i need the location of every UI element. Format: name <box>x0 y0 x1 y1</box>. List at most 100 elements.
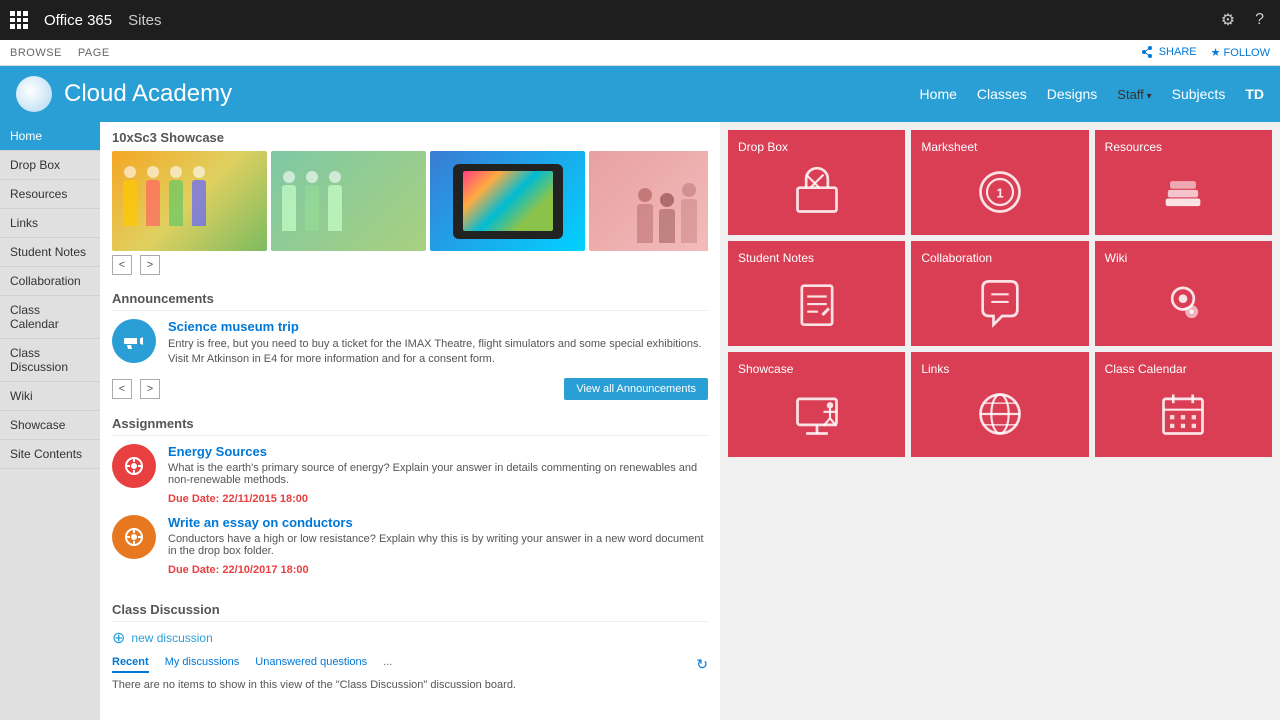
carousel-slide-2 <box>271 151 426 251</box>
assignment-title-2[interactable]: Write an essay on conductors <box>168 515 708 530</box>
discussion-tabs: Recent My discussions Unanswered questio… <box>112 656 708 673</box>
content-area: 10xSc3 Showcase <box>100 122 720 720</box>
site-logo <box>16 76 52 112</box>
tile-collaboration[interactable]: Collaboration <box>911 241 1088 346</box>
nav-designs[interactable]: Designs <box>1047 86 1098 102</box>
ann-nav-btns: < > <box>112 379 160 399</box>
assignment-item-2: Write an essay on conductors Conductors … <box>112 515 708 576</box>
sidebar-item-student-notes[interactable]: Student Notes <box>0 238 100 267</box>
nav-bar: BROWSE PAGE SHARE ★ FOLLOW <box>0 40 1280 66</box>
new-discussion-link[interactable]: new discussion <box>131 631 212 645</box>
ann-next[interactable]: > <box>140 379 160 399</box>
megaphone-icon <box>122 329 146 353</box>
assignment-icon-2 <box>112 515 156 559</box>
tile-dropbox-icon <box>738 158 895 225</box>
sidebar-item-resources[interactable]: Resources <box>0 180 100 209</box>
tile-collaboration-icon <box>921 269 1078 336</box>
assignment-body-2: Conductors have a high or low resistance… <box>168 533 708 557</box>
tile-showcase-label: Showcase <box>738 362 793 376</box>
disc-tab-recent[interactable]: Recent <box>112 656 149 673</box>
tile-showcase-icon <box>738 380 895 447</box>
announcements-section: Announcements Science museum trip Entry … <box>100 283 720 408</box>
follow-link[interactable]: ★ FOLLOW <box>1211 46 1270 59</box>
sidebar-item-collaboration[interactable]: Collaboration <box>0 267 100 296</box>
disc-tab-unanswered[interactable]: Unanswered questions <box>255 656 367 673</box>
tile-class-calendar[interactable]: Class Calendar <box>1095 352 1272 457</box>
tile-marksheet-label: Marksheet <box>921 140 977 154</box>
tile-student-notes-label: Student Notes <box>738 251 814 265</box>
tile-wiki-label: Wiki <box>1105 251 1128 265</box>
assignments-title: Assignments <box>112 416 708 436</box>
tile-collaboration-label: Collaboration <box>921 251 992 265</box>
tile-marksheet-icon: 1 <box>921 158 1078 225</box>
plus-icon: ⊕ <box>112 628 125 648</box>
tile-links-icon <box>921 380 1078 447</box>
tile-dropbox-label: Drop Box <box>738 140 788 154</box>
top-right: ⚙ ? <box>1215 8 1270 32</box>
assignment-content-1: Energy Sources What is the earth's prima… <box>168 444 708 505</box>
carousel-controls: < > <box>112 251 708 279</box>
assignment-title-1[interactable]: Energy Sources <box>168 444 708 459</box>
carousel-slide-1 <box>112 151 267 251</box>
assignment-due-1: Due Date: 22/11/2015 18:00 <box>168 493 308 505</box>
tile-resources-label: Resources <box>1105 140 1162 154</box>
user-initials[interactable]: TD <box>1245 86 1264 102</box>
tile-showcase[interactable]: Showcase <box>728 352 905 457</box>
tile-links[interactable]: Links <box>911 352 1088 457</box>
share-link[interactable]: SHARE <box>1141 46 1197 59</box>
showcase-title: 10xSc3 Showcase <box>112 130 708 145</box>
browse-nav[interactable]: BROWSE <box>10 47 62 59</box>
sidebar: Home Drop Box Resources Links Student No… <box>0 122 100 720</box>
sidebar-item-showcase[interactable]: Showcase <box>0 411 100 440</box>
tile-class-calendar-label: Class Calendar <box>1105 362 1187 376</box>
discussion-empty: There are no items to show in this view … <box>112 679 708 691</box>
crosshair-icon <box>122 454 146 478</box>
sidebar-item-dropbox[interactable]: Drop Box <box>0 151 100 180</box>
disc-refresh-icon[interactable]: ↻ <box>696 656 708 673</box>
page-nav[interactable]: PAGE <box>78 47 110 59</box>
ann-prev[interactable]: < <box>112 379 132 399</box>
tile-resources[interactable]: Resources <box>1095 130 1272 235</box>
carousel-slide-4 <box>589 151 708 251</box>
tile-student-notes-icon <box>738 269 895 336</box>
tile-student-notes[interactable]: Student Notes <box>728 241 905 346</box>
sidebar-item-class-discussion[interactable]: Class Discussion <box>0 339 100 382</box>
tile-resources-icon <box>1105 158 1262 225</box>
announcement-item: Science museum trip Entry is free, but y… <box>112 319 708 368</box>
sidebar-item-home[interactable]: Home <box>0 122 100 151</box>
sidebar-item-site-contents[interactable]: Site Contents <box>0 440 100 469</box>
assignment-item-1: Energy Sources What is the earth's prima… <box>112 444 708 505</box>
announcements-controls: < > View all Announcements <box>112 378 708 400</box>
site-title: Cloud Academy <box>64 80 232 108</box>
assignment-content-2: Write an essay on conductors Conductors … <box>168 515 708 576</box>
main-layout: Home Drop Box Resources Links Student No… <box>0 122 1280 720</box>
disc-tab-my[interactable]: My discussions <box>165 656 240 673</box>
sites-label[interactable]: Sites <box>128 12 161 29</box>
waffle-icon[interactable] <box>10 11 28 29</box>
sidebar-item-links[interactable]: Links <box>0 209 100 238</box>
announcement-icon <box>112 319 156 363</box>
tile-dropbox[interactable]: Drop Box <box>728 130 905 235</box>
header-nav: Home Classes Designs Staff Subjects TD <box>920 86 1264 102</box>
view-all-announcements[interactable]: View all Announcements <box>564 378 708 400</box>
nav-subjects[interactable]: Subjects <box>1172 86 1226 102</box>
sidebar-item-class-calendar[interactable]: Class Calendar <box>0 296 100 339</box>
sidebar-item-wiki[interactable]: Wiki <box>0 382 100 411</box>
carousel-prev[interactable]: < <box>112 255 132 275</box>
nav-home[interactable]: Home <box>920 86 957 102</box>
nav-staff[interactable]: Staff <box>1117 87 1151 102</box>
help-icon[interactable]: ? <box>1249 9 1270 31</box>
top-bar: Office 365 Sites ⚙ ? <box>0 0 1280 40</box>
announcement-title-text[interactable]: Science museum trip <box>168 319 708 334</box>
tile-marksheet[interactable]: Marksheet 1 <box>911 130 1088 235</box>
crosshair-icon-2 <box>122 525 146 549</box>
settings-icon[interactable]: ⚙ <box>1215 8 1241 32</box>
nav-right: SHARE ★ FOLLOW <box>1141 46 1270 59</box>
svg-text:1: 1 <box>996 185 1003 200</box>
app-name[interactable]: Office 365 <box>44 12 112 29</box>
tile-wiki[interactable]: Wiki <box>1095 241 1272 346</box>
disc-tab-dots[interactable]: ... <box>383 656 392 673</box>
assignment-icon-1 <box>112 444 156 488</box>
carousel-next[interactable]: > <box>140 255 160 275</box>
nav-classes[interactable]: Classes <box>977 86 1027 102</box>
